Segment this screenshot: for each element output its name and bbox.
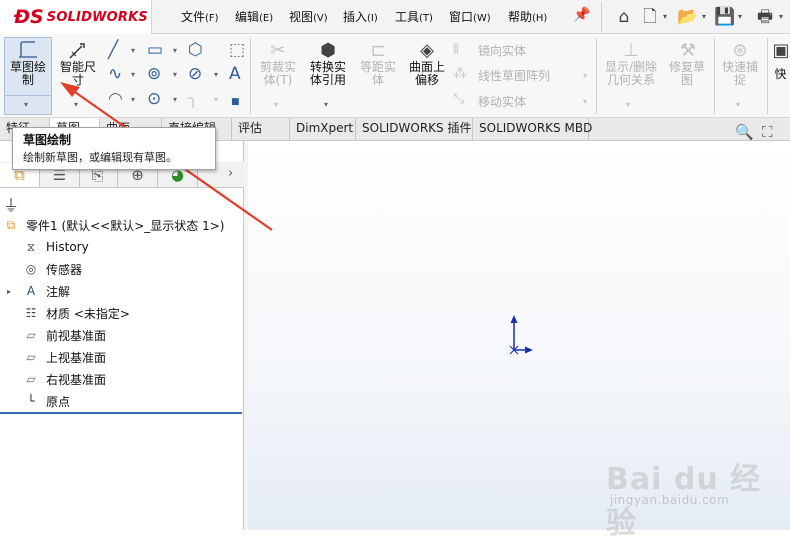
sketch-tooltip: 草图绘制 绘制新草图，或编辑现有草图。 bbox=[12, 127, 216, 170]
tooltip-description: 绘制新草图，或编辑现有草图。 bbox=[23, 151, 177, 164]
annotation-arrow-icon bbox=[60, 82, 273, 231]
tooltip-title: 草图绘制 bbox=[23, 133, 72, 147]
